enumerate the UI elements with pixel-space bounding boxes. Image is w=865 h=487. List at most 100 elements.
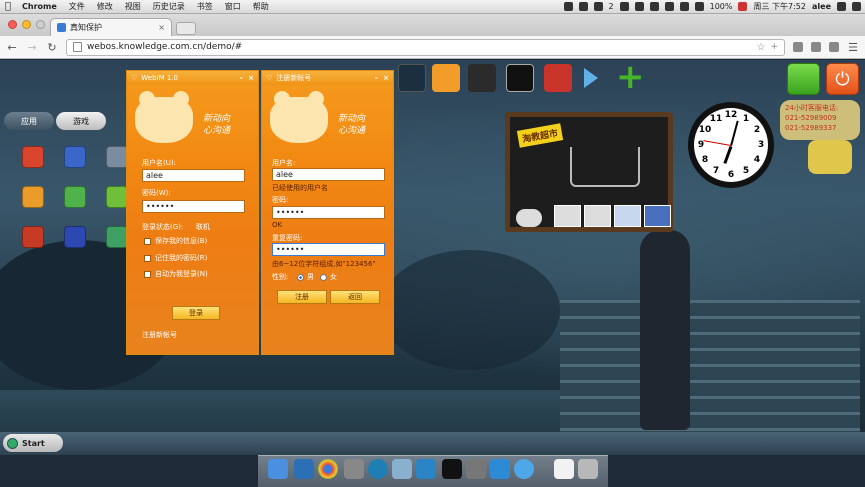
menu-bookmarks[interactable]: 书签 (191, 1, 219, 12)
game-icon-3[interactable] (106, 146, 128, 168)
photo-app-icon[interactable] (398, 64, 426, 92)
pen-extension-icon[interactable] (811, 42, 821, 52)
remember-pw-checkbox[interactable]: 记住我的密码(R) (144, 253, 207, 263)
back-button[interactable]: 返回 (330, 290, 380, 304)
cloud-icon[interactable] (649, 2, 659, 11)
gamepad-icon[interactable] (468, 64, 496, 92)
evernote-icon[interactable] (593, 2, 603, 11)
close-icon[interactable]: × (383, 74, 389, 82)
telephone-icon[interactable] (808, 140, 852, 174)
apple-menu-icon[interactable]:  (0, 1, 16, 12)
minimize-icon[interactable]: – (240, 74, 244, 82)
word-icon[interactable] (490, 459, 510, 479)
trash-icon[interactable] (578, 459, 598, 479)
notification-badge[interactable]: 2 (609, 2, 614, 11)
qq-icon[interactable] (578, 2, 588, 11)
cursor-icon[interactable] (563, 2, 573, 11)
reg-username-input[interactable]: alee (272, 168, 385, 181)
gender-female-radio[interactable]: 女 (320, 272, 337, 282)
register-titlebar[interactable]: ♡ 注册新帐号 – × (262, 71, 393, 85)
search-status-icon[interactable] (634, 2, 644, 11)
webstorm-icon[interactable] (416, 459, 436, 479)
menu-history[interactable]: 历史记录 (147, 1, 191, 12)
supermarket-widget[interactable]: 淘教超市 (505, 112, 673, 232)
register-button[interactable]: 注册 (277, 290, 327, 304)
close-window-icon[interactable] (8, 20, 17, 29)
chat-app-icon[interactable] (432, 64, 460, 92)
menu-edit[interactable]: 修改 (91, 1, 119, 12)
thumbnail-photo[interactable] (614, 205, 641, 227)
analog-clock-widget[interactable]: 12 1 2 3 4 5 6 7 8 9 10 11 (688, 102, 774, 188)
password-input[interactable]: •••••• (142, 200, 245, 213)
itunes-like-icon[interactable] (294, 459, 314, 479)
note-extension-icon[interactable] (829, 42, 839, 52)
add-app-icon[interactable]: + (616, 60, 645, 94)
thumbnail-photo[interactable] (554, 205, 581, 227)
register-dialog[interactable]: ♡ 注册新帐号 – × 新动向 心沟通 用户名: alee 已经使用的用户名 密码:… (261, 70, 394, 355)
auto-login-checkbox[interactable]: 自动为我登录(N) (144, 269, 208, 279)
status-select[interactable]: 联机 (196, 222, 210, 232)
bookmark-star-icon[interactable]: ☆ (756, 42, 765, 53)
login-dialog[interactable]: ♡ WebIM 1.0 – × 新动向 心沟通 用户名(U): alee 密码(W)… (126, 70, 259, 355)
zoom-window-icon[interactable] (36, 20, 45, 29)
start-button[interactable]: Start (3, 434, 63, 452)
reg-confirm-input[interactable]: •••••• (272, 243, 385, 256)
gender-male-radio[interactable]: 男 (297, 272, 314, 282)
thumbnail-photo[interactable] (584, 205, 611, 227)
menu-file[interactable]: 文件 (63, 1, 91, 12)
menubar-user[interactable]: alee (812, 2, 831, 11)
address-bar[interactable]: webos.knowledge.com.cn/demo/# ☆ + (66, 38, 785, 56)
forward-icon[interactable]: → (26, 41, 38, 54)
video-clapper-icon[interactable] (506, 64, 534, 92)
next-arrow-icon[interactable] (584, 68, 598, 88)
register-link[interactable]: 注册新帐号 (142, 330, 177, 340)
menu-window[interactable]: 窗口 (219, 1, 247, 12)
chrome-menu-icon[interactable]: ☰ (847, 41, 859, 54)
flag-icon[interactable] (738, 2, 748, 11)
lock-icon[interactable] (787, 63, 820, 95)
add-icon[interactable]: + (770, 42, 778, 52)
game-icon-9[interactable] (106, 226, 128, 248)
checkbox-box[interactable] (144, 270, 151, 278)
save-info-checkbox[interactable]: 保存我的信息(B) (144, 236, 207, 246)
music-icon[interactable] (514, 459, 534, 479)
finder-icon[interactable] (268, 459, 288, 479)
radio-circle[interactable] (297, 273, 304, 281)
system-prefs-icon[interactable] (344, 459, 364, 479)
game-icon-5[interactable] (64, 186, 86, 208)
network-icon[interactable] (368, 459, 388, 479)
close-icon[interactable]: × (248, 74, 254, 82)
chrome-icon[interactable] (318, 459, 338, 479)
thumbnail-photo[interactable] (644, 205, 671, 227)
game-icon-2[interactable] (64, 146, 86, 168)
back-icon[interactable]: ← (6, 41, 18, 54)
address-url[interactable]: webos.knowledge.com.cn/demo/# (87, 42, 242, 52)
paper-plane-icon[interactable] (392, 459, 412, 479)
menu-help[interactable]: 帮助 (247, 1, 275, 12)
gift-app-icon[interactable] (544, 64, 572, 92)
new-tab-button[interactable] (176, 22, 196, 35)
login-titlebar[interactable]: ♡ WebIM 1.0 – × (127, 71, 258, 85)
reg-password-input[interactable]: •••••• (272, 206, 385, 219)
menu-app-name[interactable]: Chrome (16, 2, 63, 11)
tab-apps[interactable]: 应用 (4, 112, 54, 130)
checkbox-box[interactable] (144, 254, 151, 262)
reload-icon[interactable]: ↻ (46, 41, 58, 54)
login-button[interactable]: 登录 (172, 306, 220, 320)
spotlight-icon[interactable] (837, 2, 846, 11)
shield-extension-icon[interactable] (793, 42, 803, 52)
terminal-icon[interactable] (442, 459, 462, 479)
refresh-cloud-icon[interactable] (516, 209, 542, 227)
preview-icon[interactable] (466, 459, 486, 479)
game-icon-4[interactable] (22, 186, 44, 208)
username-input[interactable]: alee (142, 169, 245, 182)
menu-view[interactable]: 视图 (119, 1, 147, 12)
browser-tab-active[interactable]: 真知保护 × (50, 18, 172, 36)
battery-percent[interactable]: 100% (710, 2, 733, 11)
power-icon[interactable]: ⏻ (826, 63, 859, 95)
game-icon-8[interactable] (64, 226, 86, 248)
wifi-icon[interactable] (679, 2, 689, 11)
checkbox-box[interactable] (144, 237, 151, 245)
tab-games[interactable]: 游戏 (56, 112, 106, 130)
game-icon-7[interactable] (22, 226, 44, 248)
